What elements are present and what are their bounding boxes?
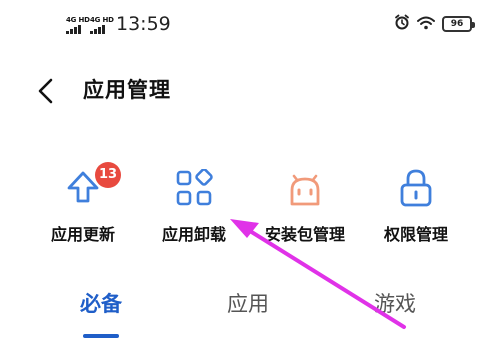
signal-bars-icon — [90, 24, 105, 34]
apps-grid-icon — [172, 166, 216, 210]
shortcut-app-update[interactable]: 13 应用更新 — [27, 162, 139, 250]
shortcut-app-uninstall[interactable]: 应用卸载 — [138, 166, 250, 250]
alarm-icon — [394, 14, 410, 34]
update-count-badge: 13 — [95, 162, 121, 188]
shortcut-label: 安装包管理 — [264, 225, 345, 244]
shortcut-label: 应用更新 — [50, 225, 115, 244]
shortcut-label: 权限管理 — [383, 225, 448, 244]
signal-bars-icon — [66, 24, 81, 34]
page-header: 应用管理 — [0, 64, 500, 118]
battery-level: 96 — [450, 19, 464, 29]
active-tab-indicator — [83, 334, 119, 338]
shortcut-permission-management[interactable]: 权限管理 — [360, 166, 472, 250]
back-arrow-icon — [38, 78, 53, 104]
signal-indicator-2: 4G HD — [90, 16, 114, 34]
shortcut-package-management[interactable]: 安装包管理 — [249, 166, 361, 250]
battery-icon: 96 — [442, 16, 475, 32]
status-bar: 4G HD 4G HD 13:59 96 — [0, 0, 500, 50]
page-title: 应用管理 — [83, 78, 171, 102]
shortcut-label: 应用卸载 — [161, 225, 226, 244]
upload-arrow-icon: 13 — [61, 162, 121, 210]
status-time: 13:59 — [116, 13, 171, 35]
tab-essentials[interactable]: 必备 — [56, 286, 146, 326]
signal-label-2: 4G HD — [90, 16, 114, 24]
signal-indicator-1: 4G HD — [66, 16, 90, 34]
android-package-icon — [283, 166, 327, 210]
back-button[interactable] — [28, 74, 62, 108]
tab-games[interactable]: 游戏 — [350, 286, 440, 326]
signal-label-1: 4G HD — [66, 16, 90, 24]
lock-icon — [394, 166, 438, 210]
wifi-icon — [417, 15, 435, 34]
tab-apps[interactable]: 应用 — [203, 286, 293, 326]
category-tabs: 必备 应用 游戏 — [0, 286, 500, 351]
status-icons: 96 — [394, 14, 475, 34]
